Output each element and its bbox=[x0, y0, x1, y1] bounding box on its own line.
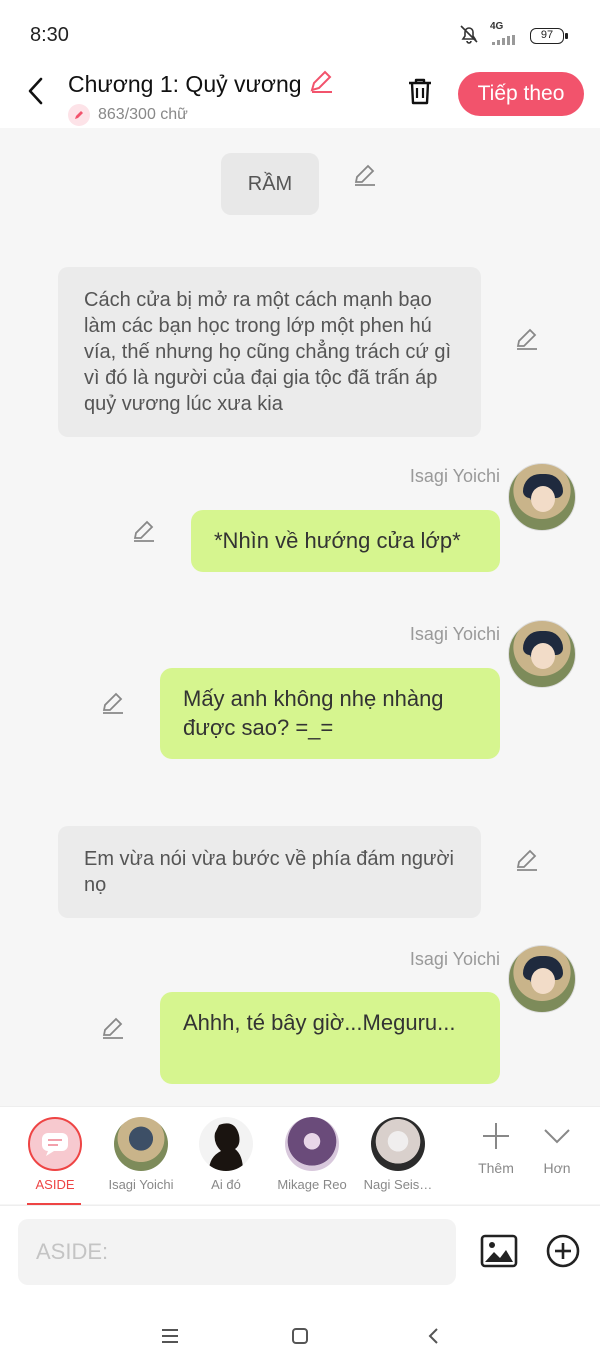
character-name: Mikage Reo bbox=[277, 1177, 347, 1192]
speaker-name: Isagi Yoichi bbox=[409, 949, 500, 969]
back-arrow-icon bbox=[28, 77, 43, 105]
word-count: 863/300 chữ bbox=[68, 104, 334, 126]
add-character-label: Thêm bbox=[478, 1160, 514, 1176]
expand-label: Hơn bbox=[543, 1160, 571, 1176]
message-bubble[interactable]: Mấy anh không nhẹ nhàng được sao? =_= bbox=[160, 668, 500, 759]
aside-chat-icon bbox=[28, 1117, 82, 1171]
narration-bubble[interactable]: Cách cửa bị mở ra một cách mạnh bạo làm … bbox=[58, 267, 481, 437]
add-button[interactable] bbox=[544, 1232, 582, 1270]
edit-icon[interactable] bbox=[351, 161, 379, 189]
edit-icon[interactable] bbox=[513, 846, 541, 874]
system-nav-bar bbox=[0, 1309, 600, 1367]
delete-button[interactable] bbox=[404, 74, 436, 108]
avatar bbox=[285, 1117, 339, 1171]
add-character-button[interactable]: Thêm bbox=[466, 1121, 526, 1176]
word-count-text: 863/300 chữ bbox=[98, 106, 188, 123]
network-label: 4G bbox=[490, 21, 504, 32]
chapter-title-text: Chương 1: Quỷ vương bbox=[68, 70, 302, 97]
back-button[interactable] bbox=[18, 74, 52, 108]
avatar bbox=[114, 1117, 168, 1171]
back-nav-button[interactable] bbox=[418, 1321, 448, 1351]
plus-circle-icon bbox=[546, 1234, 580, 1268]
character-bar: ASIDE Isagi Yoichi Ai đó Mikage Reo Nagi… bbox=[0, 1106, 600, 1205]
narration-bubble[interactable]: Em vừa nói vừa bước về phía đám người nọ bbox=[58, 826, 481, 918]
avatar[interactable] bbox=[508, 463, 576, 531]
back-icon bbox=[428, 1328, 438, 1344]
story-feed[interactable]: RẦM Cách cửa bị mở ra một cách mạnh bạo … bbox=[0, 128, 600, 1106]
chapter-info: Chương 1: Quỷ vương 863/300 chữ bbox=[68, 68, 334, 126]
signal-icon bbox=[490, 32, 520, 50]
character-nagi[interactable]: Nagi Seis… bbox=[358, 1117, 438, 1192]
character-name: Ai đó bbox=[211, 1177, 241, 1192]
pencil-icon bbox=[68, 104, 90, 126]
edit-icon[interactable] bbox=[99, 1014, 127, 1042]
sfx-bubble[interactable]: RẦM bbox=[221, 153, 319, 215]
plus-icon bbox=[483, 1123, 509, 1149]
image-icon bbox=[480, 1234, 518, 1268]
edit-icon[interactable] bbox=[513, 325, 541, 353]
edit-title-icon[interactable] bbox=[308, 68, 334, 100]
menu-button[interactable] bbox=[155, 1321, 185, 1351]
next-button[interactable]: Tiếp theo bbox=[458, 72, 584, 116]
trash-icon bbox=[409, 78, 431, 105]
avatar[interactable] bbox=[508, 620, 576, 688]
insert-image-button[interactable] bbox=[480, 1232, 518, 1270]
character-name: Nagi Seis… bbox=[363, 1177, 433, 1192]
edit-icon[interactable] bbox=[99, 689, 127, 717]
expand-characters-button[interactable]: Hơn bbox=[527, 1121, 587, 1176]
chevron-down-icon bbox=[544, 1129, 570, 1144]
message-bubble[interactable]: *Nhìn về hướng cửa lớp* bbox=[191, 510, 500, 572]
character-ai-do[interactable]: Ai đó bbox=[186, 1117, 266, 1192]
character-name: Isagi Yoichi bbox=[108, 1177, 174, 1192]
character-aside[interactable]: ASIDE bbox=[15, 1117, 95, 1192]
character-isagi[interactable]: Isagi Yoichi bbox=[101, 1117, 181, 1192]
avatar bbox=[371, 1117, 425, 1171]
message-bubble[interactable]: Ahhh, té bây giờ...Meguru... bbox=[160, 992, 500, 1084]
speaker-name: Isagi Yoichi bbox=[409, 624, 500, 644]
character-mikage[interactable]: Mikage Reo bbox=[272, 1117, 352, 1192]
battery-icon: 97 bbox=[530, 28, 568, 44]
avatar[interactable] bbox=[508, 945, 576, 1013]
composer bbox=[0, 1205, 600, 1309]
menu-icon bbox=[162, 1329, 178, 1343]
status-icons: 4G 97 bbox=[458, 21, 568, 50]
editor-header: Chương 1: Quỷ vương 863/300 chữ Tiếp the… bbox=[0, 62, 600, 128]
speaker-name: Isagi Yoichi bbox=[409, 466, 500, 486]
home-icon bbox=[292, 1328, 308, 1344]
chapter-title[interactable]: Chương 1: Quỷ vương bbox=[68, 68, 334, 100]
status-time: 8:30 bbox=[30, 24, 69, 46]
home-button[interactable] bbox=[285, 1321, 315, 1351]
aside-input[interactable] bbox=[18, 1219, 456, 1285]
edit-icon[interactable] bbox=[130, 517, 158, 545]
character-name: ASIDE bbox=[35, 1177, 75, 1192]
status-bar: 8:30 4G 97 bbox=[0, 0, 600, 62]
mute-bell-icon bbox=[458, 23, 480, 50]
silhouette-avatar bbox=[199, 1117, 253, 1171]
